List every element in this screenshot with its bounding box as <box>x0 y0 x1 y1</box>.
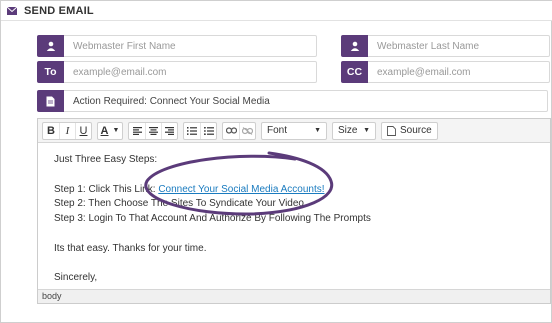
user-icon <box>37 35 64 57</box>
editor-toolbar: B I U A ▼ Font ▼ Size ▼ Source <box>38 119 550 143</box>
unlink-icon[interactable] <box>239 122 255 139</box>
format-group: B I U <box>42 121 92 140</box>
text-color-button[interactable]: A ▼ <box>98 123 122 139</box>
user-icon <box>341 35 368 57</box>
source-icon <box>387 125 396 136</box>
text-color-icon: A <box>100 124 109 137</box>
bulleted-list-icon[interactable] <box>200 122 216 139</box>
subject-group: Action Required: Connect Your Social Med… <box>37 90 548 112</box>
connect-social-link[interactable]: Connect Your Social Media Accounts! <box>158 184 324 195</box>
body-signoff: Sincerely, <box>54 272 98 284</box>
size-dropdown-label: Size <box>338 125 358 136</box>
bold-button[interactable]: B <box>43 123 59 139</box>
color-group: A ▼ <box>97 121 123 140</box>
send-email-panel: SEND EMAIL Webmaster First Name Webmaste… <box>0 0 552 323</box>
list-group <box>183 121 217 140</box>
to-group: To example@email.com <box>37 61 317 83</box>
subject-input[interactable]: Action Required: Connect Your Social Med… <box>64 90 548 112</box>
email-body-editor: B I U A ▼ Font ▼ Size ▼ Source Just Thre… <box>37 118 551 304</box>
step-1-text: Step 1: Click This Link: <box>54 183 159 195</box>
email-body-content[interactable]: Just Three Easy Steps: Step 1: Click Thi… <box>54 153 542 287</box>
section-header[interactable]: SEND EMAIL <box>1 1 552 21</box>
source-button-label: Source <box>400 125 432 136</box>
italic-button[interactable]: I <box>59 122 75 139</box>
link-group <box>222 121 256 140</box>
document-icon <box>37 90 64 112</box>
body-intro: Just Three Easy Steps: <box>54 154 158 165</box>
font-dropdown[interactable]: Font ▼ <box>261 121 327 140</box>
body-closing: Its that easy. Thanks for your time. <box>54 242 207 254</box>
chevron-down-icon: ▼ <box>314 127 321 134</box>
align-right-icon[interactable] <box>161 122 177 139</box>
to-email-input[interactable]: example@email.com <box>64 61 317 83</box>
body-step-3: Step 3: Login To That Account And Author… <box>54 213 371 225</box>
link-icon[interactable] <box>223 123 239 139</box>
section-title: SEND EMAIL <box>24 4 94 17</box>
chevron-down-icon: ▼ <box>363 127 370 134</box>
envelope-icon <box>7 6 17 15</box>
element-path-statusbar: body <box>38 289 550 303</box>
chevron-down-icon: ▼ <box>112 127 120 134</box>
body-step-1: Step 1: Click This Link: Connect Your So… <box>54 183 542 198</box>
last-name-group: Webmaster Last Name <box>341 35 550 57</box>
align-center-icon[interactable] <box>145 122 161 139</box>
last-name-input[interactable]: Webmaster Last Name <box>368 35 550 57</box>
align-left-icon[interactable] <box>129 123 145 139</box>
cc-label: CC <box>341 61 368 83</box>
numbered-list-icon[interactable] <box>184 123 200 139</box>
to-label: To <box>37 61 64 83</box>
cc-group: CC example@email.com <box>341 61 550 83</box>
underline-button[interactable]: U <box>75 122 91 139</box>
first-name-input[interactable]: Webmaster First Name <box>64 35 317 57</box>
size-dropdown[interactable]: Size ▼ <box>332 121 376 140</box>
first-name-group: Webmaster First Name <box>37 35 317 57</box>
body-step-2: Step 2: Then Choose The Sites To Syndica… <box>54 198 304 210</box>
source-button[interactable]: Source <box>381 121 438 140</box>
font-dropdown-label: Font <box>267 125 288 136</box>
align-group <box>128 121 178 140</box>
cc-email-input[interactable]: example@email.com <box>368 61 550 83</box>
